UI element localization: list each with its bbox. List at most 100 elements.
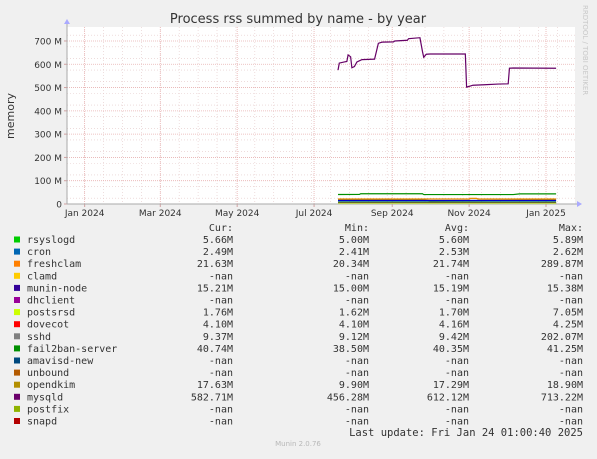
legend-value-cur: 2.49M — [203, 247, 233, 258]
legend-value-cur: -nan — [209, 417, 233, 428]
legend-value-cur: 4.10M — [203, 320, 233, 331]
y-tick-label: 0 — [56, 201, 62, 211]
legend-value-min: -nan — [345, 296, 369, 307]
legend-name: fail2ban-server — [27, 344, 117, 355]
legend-value-min: 9.90M — [339, 380, 369, 391]
legend-swatch — [14, 236, 20, 243]
legend-header-cur: Cur: — [209, 223, 233, 234]
x-tick-label: Mar 2024 — [139, 209, 182, 219]
legend-value-avg: -nan — [445, 296, 469, 307]
legend-name: amavisd-new — [27, 356, 94, 367]
legend-name: postsrsd — [27, 308, 75, 319]
x-tick-label: Jul 2024 — [295, 209, 333, 219]
legend-value-avg: -nan — [445, 356, 469, 367]
legend-value-max: 202.07M — [541, 332, 583, 343]
legend-value-max: -nan — [559, 417, 583, 428]
legend-name: postfix — [27, 404, 69, 415]
legend-value-max: 713.22M — [541, 392, 583, 403]
legend-value-max: 5.89M — [553, 235, 583, 246]
y-tick-label: 600 M — [34, 61, 62, 71]
legend-value-avg: 9.42M — [439, 332, 469, 343]
legend-swatch — [14, 345, 20, 352]
legend-name: munin-node — [27, 283, 87, 294]
legend-value-cur: 9.37M — [203, 332, 233, 343]
legend-header-min: Min: — [345, 223, 369, 234]
legend-value-cur: 17.63M — [197, 380, 233, 391]
x-tick-label: Jan 2024 — [64, 209, 105, 219]
legend-name: cron — [27, 247, 51, 258]
legend-value-min: 9.12M — [339, 332, 369, 343]
legend-swatch — [14, 272, 20, 279]
legend-value-min: -nan — [345, 368, 369, 379]
legend-name: opendkim — [27, 380, 75, 391]
legend-value-cur: 1.76M — [203, 308, 233, 319]
legend-value-max: -nan — [559, 368, 583, 379]
legend-value-avg: -nan — [445, 404, 469, 415]
legend-value-min: 5.00M — [339, 235, 369, 246]
legend-value-max: 18.90M — [547, 380, 583, 391]
legend-swatch — [14, 418, 20, 424]
legend-value-cur: 5.66M — [203, 235, 233, 246]
legend-value-min: -nan — [345, 271, 369, 282]
legend-value-avg: -nan — [445, 417, 469, 428]
y-tick-label: 700 M — [34, 37, 62, 47]
x-tick-label: Nov 2024 — [447, 209, 491, 219]
chart: Process rss summed by name - by year mem… — [0, 0, 597, 455]
legend-value-avg: 40.35M — [433, 344, 469, 355]
legend-value-max: 15.38M — [547, 283, 583, 294]
legend-value-min: 1.62M — [339, 308, 369, 319]
legend-name: dhclient — [27, 296, 75, 307]
legend-name: sshd — [27, 332, 51, 343]
legend-swatch — [14, 297, 20, 303]
legend-value-min: 15.00M — [333, 283, 369, 294]
y-tick-label: 400 M — [34, 107, 62, 117]
chart-title: Process rss summed by name - by year — [170, 12, 427, 27]
legend-value-max: -nan — [559, 404, 583, 415]
legend-name: mysqld — [27, 392, 63, 403]
legend-swatch — [14, 284, 20, 291]
legend-value-max: 2.62M — [553, 247, 583, 258]
legend-value-cur: 40.74M — [197, 344, 233, 355]
legend-value-max: 41.25M — [547, 344, 583, 355]
y-tick-label: 500 M — [34, 84, 62, 94]
last-update-text: Last update: Fri Jan 24 01:00:40 2025 — [349, 427, 583, 439]
legend-name: dovecot — [27, 320, 69, 331]
legend-swatch — [14, 248, 20, 255]
legend-value-min: 38.50M — [333, 344, 369, 355]
legend-name: clamd — [27, 271, 57, 282]
legend-swatch — [14, 309, 20, 316]
legend-value-cur: 15.21M — [197, 283, 233, 294]
legend-value-min: -nan — [345, 417, 369, 428]
legend-name: rsyslogd — [27, 235, 75, 246]
legend-value-min: -nan — [345, 404, 369, 415]
legend-value-max: 4.25M — [553, 320, 583, 331]
legend-value-max: -nan — [559, 271, 583, 282]
legend-value-avg: 21.74M — [433, 259, 469, 270]
legend-value-avg: 4.16M — [439, 320, 469, 331]
y-tick-label: 300 M — [34, 131, 62, 141]
legend-value-cur: -nan — [209, 356, 233, 367]
legend-name: snapd — [27, 417, 57, 428]
legend-swatch — [14, 260, 20, 267]
legend-value-min: 20.34M — [333, 259, 369, 270]
y-axis-label: memory — [4, 93, 17, 139]
legend-value-avg: 5.60M — [439, 235, 469, 246]
legend-value-avg: 15.19M — [433, 283, 469, 294]
legend-value-avg: 612.12M — [427, 392, 469, 403]
legend-value-min: 456.28M — [327, 392, 369, 403]
x-tick-label: Jan 2025 — [525, 209, 566, 219]
legend-value-min: -nan — [345, 356, 369, 367]
legend-value-cur: -nan — [209, 404, 233, 415]
y-tick-label: 100 M — [34, 177, 62, 187]
legend-value-avg: 17.29M — [433, 380, 469, 391]
legend-swatch — [14, 357, 20, 364]
legend-name: unbound — [27, 368, 69, 379]
legend-value-max: 7.05M — [553, 308, 583, 319]
y-tick-label: 200 M — [34, 154, 62, 164]
legend-value-cur: -nan — [209, 296, 233, 307]
legend-value-max: 289.87M — [541, 259, 583, 270]
x-tick-label: May 2024 — [215, 209, 260, 219]
legend-value-min: 4.10M — [339, 320, 369, 331]
legend-swatch — [14, 369, 20, 376]
legend-value-cur: 21.63M — [197, 259, 233, 270]
